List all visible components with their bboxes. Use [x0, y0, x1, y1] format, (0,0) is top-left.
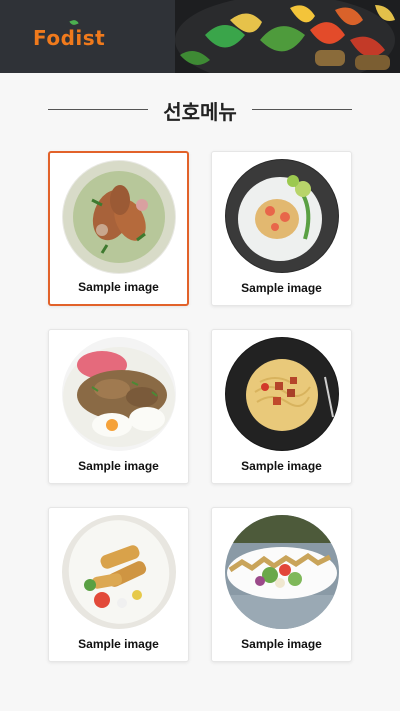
section-title: 선호메뉴 — [163, 100, 237, 124]
card-caption: Sample image — [241, 637, 322, 651]
card-caption: Sample image — [241, 459, 322, 473]
food-image-shrimp-plate — [61, 160, 176, 274]
app-header: Fodist — [0, 0, 400, 73]
logo-text: Fodist — [33, 26, 106, 50]
menu-card-4[interactable]: Sample image — [211, 329, 352, 484]
card-caption: Sample image — [78, 280, 159, 294]
menu-card-6[interactable]: Sample image — [211, 507, 352, 662]
header-banner-image — [175, 0, 400, 73]
card-caption: Sample image — [78, 459, 159, 473]
menu-card-2[interactable]: Sample image — [211, 151, 352, 306]
fodist-logo[interactable]: Fodist — [33, 18, 106, 50]
food-image-beef-bowl — [61, 337, 176, 451]
card-caption: Sample image — [241, 281, 322, 295]
food-image-fried-fish — [61, 515, 176, 629]
food-image-salad — [224, 515, 339, 629]
food-image-noodles — [224, 337, 339, 451]
menu-card-3[interactable]: Sample image — [48, 329, 189, 484]
menu-card-1[interactable]: Sample image — [48, 151, 189, 306]
card-caption: Sample image — [78, 637, 159, 651]
section-header: 선호메뉴 — [0, 94, 400, 124]
menu-card-5[interactable]: Sample image — [48, 507, 189, 662]
divider-right — [252, 109, 352, 110]
food-image-fried-rice — [224, 159, 339, 273]
